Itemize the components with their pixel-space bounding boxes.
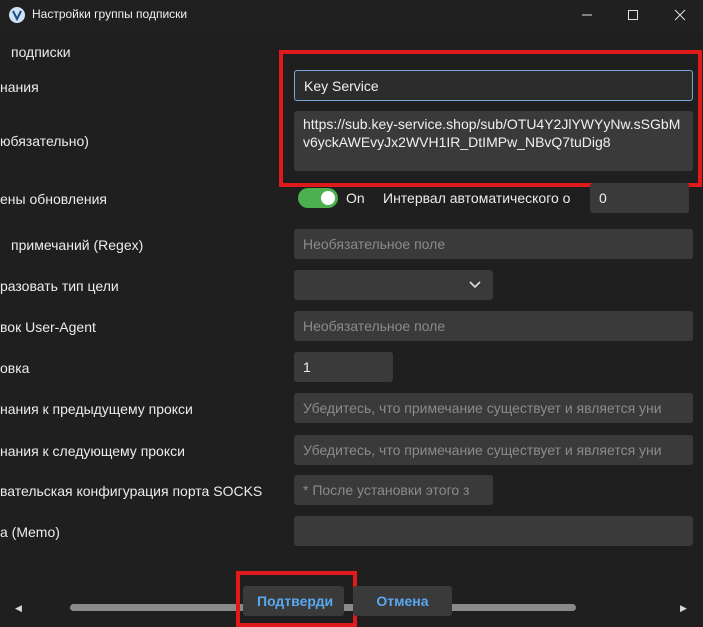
- prev-proxy-input[interactable]: Убедитесь, что примечание существует и я…: [294, 393, 693, 423]
- title-bar: Настройки группы подписки: [0, 0, 703, 30]
- dialog-content: подписки нания юбязательно) ены обновлен…: [0, 30, 703, 627]
- minimize-icon: [582, 14, 592, 16]
- label-group: подписки: [11, 44, 71, 60]
- auto-update-interval-label: Интервал автоматического о: [383, 190, 571, 206]
- label-name: нания: [0, 79, 39, 95]
- highlight-box: [279, 50, 702, 187]
- highlight-box-confirm: [236, 571, 357, 627]
- socks-input[interactable]: * После установки этого з: [294, 475, 493, 505]
- toggle-state-label: On: [346, 190, 365, 206]
- user-agent-input[interactable]: Необязательное поле: [294, 311, 693, 341]
- label-next-proxy: нания к следующему прокси: [0, 443, 185, 459]
- chevron-down-icon: [469, 281, 481, 289]
- memo-input[interactable]: [294, 516, 693, 546]
- label-prev-proxy: нания к предыдущему прокси: [0, 401, 193, 417]
- maximize-icon: [628, 10, 638, 20]
- next-proxy-input[interactable]: Убедитесь, что примечание существует и я…: [294, 435, 693, 465]
- cancel-button[interactable]: Отмена: [353, 586, 452, 616]
- scroll-right-icon[interactable]: ▶: [680, 603, 687, 614]
- label-filter: примечаний (Regex): [11, 237, 144, 253]
- minimize-button[interactable]: [564, 0, 610, 30]
- label-socks: вательская конфигурация порта SOCKS: [0, 483, 263, 499]
- label-url: юбязательно): [0, 133, 89, 149]
- label-update-time: ены обновления: [0, 191, 107, 207]
- toggle-knob: [321, 191, 335, 205]
- convert-target-select[interactable]: [294, 270, 493, 300]
- sort-input[interactable]: 1: [294, 352, 393, 382]
- close-button[interactable]: [657, 0, 703, 30]
- scroll-left-icon[interactable]: ◀: [15, 603, 22, 614]
- interval-input[interactable]: 0: [590, 183, 689, 213]
- filter-input[interactable]: Необязательное поле: [294, 229, 693, 259]
- v-logo-icon: [9, 7, 25, 23]
- window-title: Настройки группы подписки: [32, 7, 188, 21]
- label-user-agent: вок User-Agent: [0, 319, 96, 335]
- label-memo: а (Memo): [0, 524, 60, 540]
- auto-update-toggle[interactable]: [298, 188, 338, 208]
- close-icon: [674, 9, 686, 21]
- label-convert-target: разовать тип цели: [0, 278, 119, 294]
- maximize-button[interactable]: [610, 0, 656, 30]
- label-sort: овка: [0, 360, 30, 376]
